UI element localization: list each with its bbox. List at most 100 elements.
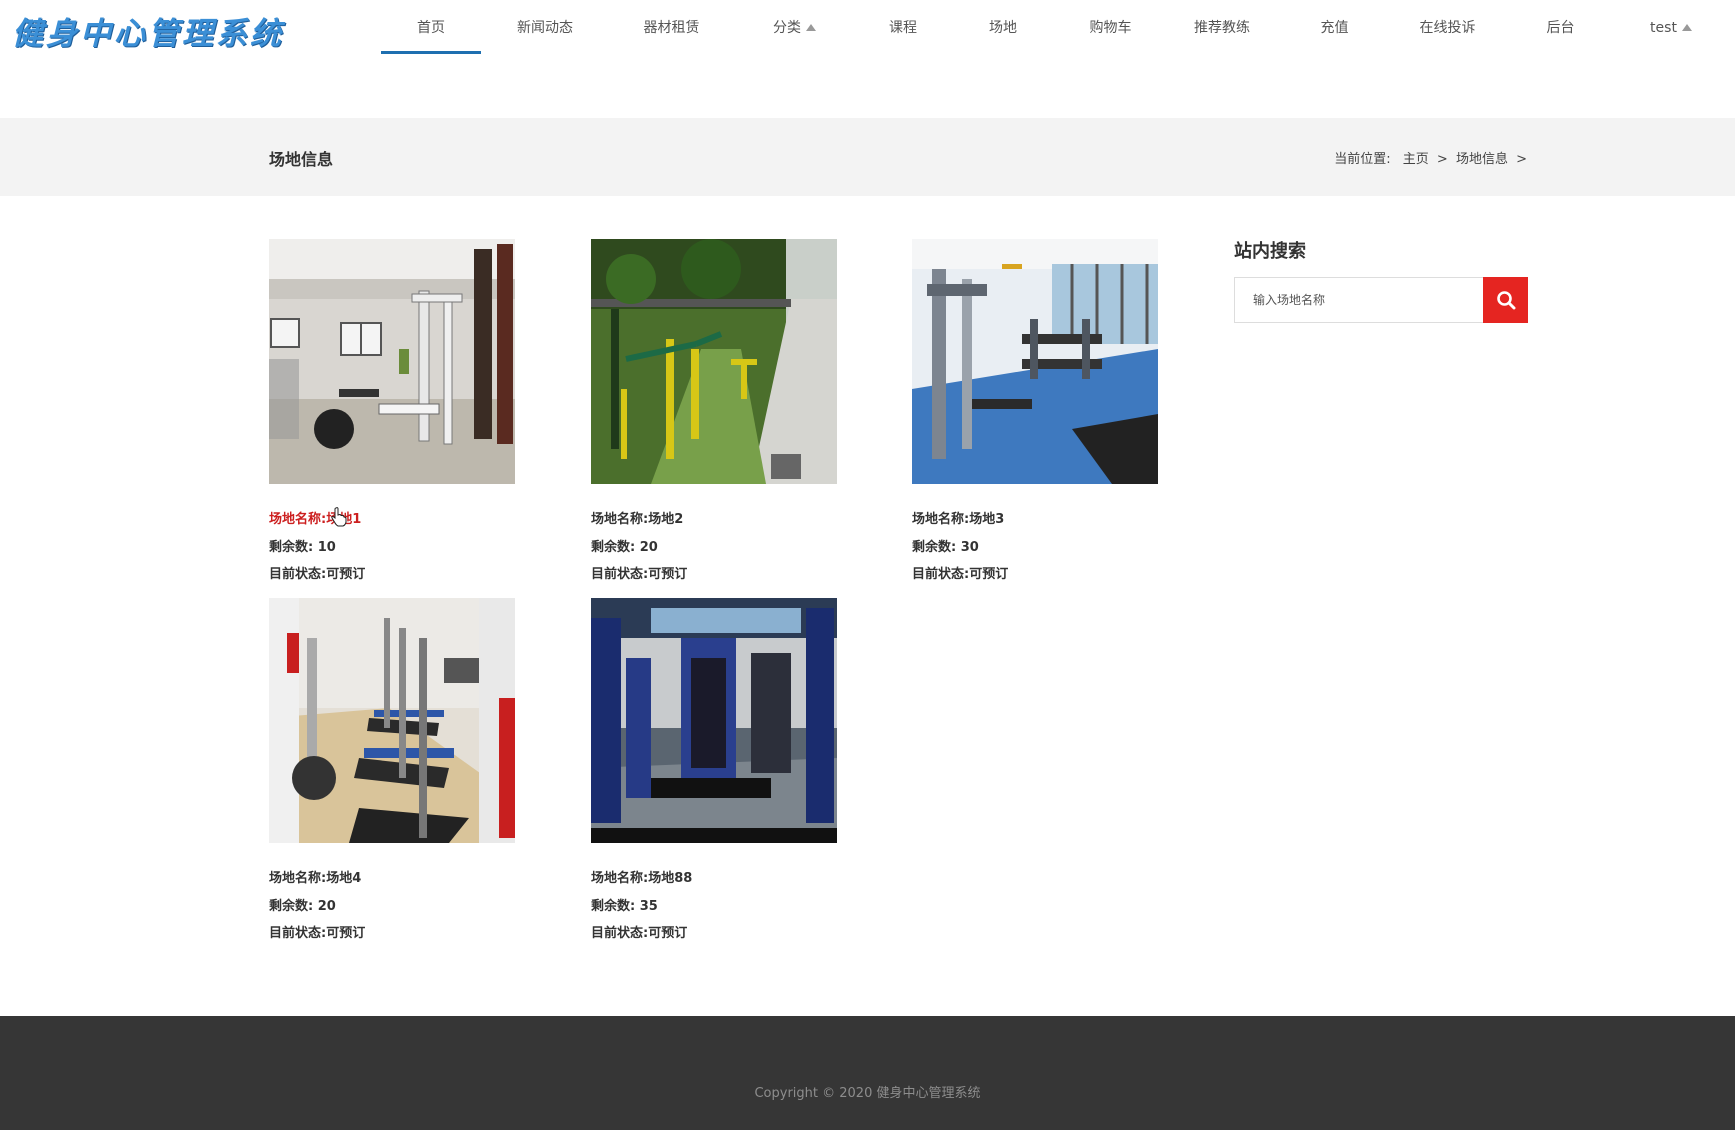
- nav-label: 在线投诉: [1419, 20, 1476, 36]
- venue-status: 目前状态:可预订: [269, 920, 515, 948]
- nav-item-recharge[interactable]: 充值: [1278, 0, 1391, 54]
- venue-remaining-label: 剩余数:: [269, 539, 314, 555]
- venue-name-link[interactable]: 场地名称:场地3: [912, 506, 1158, 534]
- venue-status-value: 可预订: [648, 926, 688, 941]
- venue-remaining: 剩余数: 30: [912, 534, 1158, 562]
- venue-status: 目前状态:可预订: [269, 561, 515, 589]
- venue-name-label: 场地名称:: [912, 512, 970, 527]
- venue-status-value: 可预订: [326, 926, 366, 941]
- venue-remaining: 剩余数: 35: [591, 893, 837, 921]
- site-logo[interactable]: 健身中心管理系统: [12, 8, 284, 53]
- nav-item-user[interactable]: test: [1617, 0, 1725, 54]
- nav-label: 课程: [889, 20, 917, 36]
- nav-label: 新闻动态: [517, 20, 573, 36]
- venue-remaining-label: 剩余数:: [591, 898, 636, 914]
- venue-name-link[interactable]: 场地名称:场地1: [269, 506, 515, 534]
- nav-label: 购物车: [1089, 20, 1132, 36]
- main-nav: 首页 新闻动态 器材租赁 分类 课程 场地 购物车 推荐教练 充值 在线投诉 后…: [381, 0, 1725, 54]
- venue-name-label: 场地名称:: [269, 512, 327, 527]
- site-footer: Copyright © 2020 健身中心管理系统: [0, 1016, 1735, 1130]
- venue-status-label: 目前状态:: [591, 926, 649, 941]
- venue-status-value: 可预订: [969, 567, 1009, 582]
- nav-item-courses[interactable]: 课程: [855, 0, 951, 54]
- venue-remaining: 剩余数: 20: [591, 534, 837, 562]
- caret-up-icon: [806, 24, 816, 31]
- venue-status-label: 目前状态:: [912, 567, 970, 582]
- search-button[interactable]: [1483, 277, 1528, 323]
- venue-card: 场地名称:场地2 剩余数: 20 目前状态:可预订: [591, 239, 837, 589]
- site-search-form: [1234, 277, 1528, 323]
- venue-info: 场地名称:场地1 剩余数: 10 目前状态:可预订: [269, 506, 515, 589]
- nav-item-venues[interactable]: 场地: [951, 0, 1055, 54]
- venue-name: 场地88: [648, 871, 693, 886]
- venue-name: 场地2: [648, 512, 684, 527]
- venue-card: 场地名称:场地4 剩余数: 20 目前状态:可预订: [269, 598, 515, 948]
- venue-info: 场地名称:场地2 剩余数: 20 目前状态:可预订: [591, 506, 837, 589]
- venue-card: 场地名称:场地3 剩余数: 30 目前状态:可预订: [912, 239, 1158, 589]
- page-title-band: 场地信息 当前位置: 主页 > 场地信息 >: [0, 118, 1735, 196]
- venue-remaining-value: 10: [317, 539, 336, 555]
- venue-name-label: 场地名称:: [591, 871, 649, 886]
- venue-info: 场地名称:场地4 剩余数: 20 目前状态:可预订: [269, 865, 515, 948]
- nav-label: 场地: [989, 20, 1017, 36]
- nav-item-news[interactable]: 新闻动态: [481, 0, 609, 54]
- venue-remaining-value: 35: [639, 898, 658, 914]
- nav-item-category[interactable]: 分类: [734, 0, 855, 54]
- venue-image-indoor-gym[interactable]: [269, 239, 515, 484]
- hand-cursor-icon: [331, 507, 347, 527]
- nav-label: 器材租赁: [643, 20, 700, 36]
- venue-remaining: 剩余数: 10: [269, 534, 515, 562]
- venue-image-outdoor-equipment[interactable]: [591, 239, 837, 484]
- venue-status: 目前状态:可预订: [591, 561, 837, 589]
- nav-label: test: [1650, 20, 1677, 36]
- breadcrumb-separator: >: [1516, 152, 1527, 167]
- venue-info: 场地名称:场地88 剩余数: 35 目前状态:可预订: [591, 865, 837, 948]
- breadcrumb-separator: >: [1436, 152, 1448, 167]
- breadcrumb-home-link[interactable]: 主页: [1403, 152, 1429, 167]
- nav-item-complaints[interactable]: 在线投诉: [1391, 0, 1504, 54]
- nav-item-cart[interactable]: 购物车: [1055, 0, 1166, 54]
- breadcrumb: 当前位置: 主页 > 场地信息 >: [1334, 148, 1527, 167]
- venue-status-label: 目前状态:: [591, 567, 649, 582]
- venue-info: 场地名称:场地3 剩余数: 30 目前状态:可预订: [912, 506, 1158, 589]
- venue-image-gym-hall[interactable]: [912, 239, 1158, 484]
- nav-item-equipment-rental[interactable]: 器材租赁: [609, 0, 734, 54]
- venue-name-link[interactable]: 场地名称:场地2: [591, 506, 837, 534]
- venue-status-value: 可预订: [326, 567, 366, 582]
- venue-name-link[interactable]: 场地名称:场地4: [269, 865, 515, 893]
- venue-name-label: 场地名称:: [591, 512, 649, 527]
- venue-remaining: 剩余数: 20: [269, 893, 515, 921]
- breadcrumb-current[interactable]: 场地信息: [1456, 152, 1508, 167]
- site-header: 健身中心管理系统 首页 新闻动态 器材租赁 分类 课程 场地 购物车 推荐教练 …: [0, 0, 1735, 56]
- venue-search-input[interactable]: [1235, 278, 1483, 322]
- nav-label: 首页: [417, 20, 445, 36]
- venue-status-label: 目前状态:: [269, 926, 327, 941]
- venue-image-strength-machines[interactable]: [591, 598, 837, 843]
- venue-card: 场地名称:场地1 剩余数: 10 目前状态:可预订: [269, 239, 515, 589]
- copyright-text: Copyright © 2020 健身中心管理系统: [754, 1086, 981, 1101]
- nav-item-admin[interactable]: 后台: [1504, 0, 1617, 54]
- nav-label: 后台: [1546, 20, 1575, 36]
- venue-remaining-label: 剩余数:: [591, 539, 636, 555]
- breadcrumb-prefix: 当前位置:: [1334, 152, 1391, 167]
- venue-status: 目前状态:可预订: [591, 920, 837, 948]
- venue-remaining-value: 20: [639, 539, 658, 555]
- venue-card: 场地名称:场地88 剩余数: 35 目前状态:可预订: [591, 598, 837, 948]
- nav-item-home[interactable]: 首页: [381, 0, 481, 54]
- venue-name: 场地3: [969, 512, 1005, 527]
- venue-remaining-label: 剩余数:: [269, 898, 314, 914]
- venue-remaining-label: 剩余数:: [912, 539, 957, 555]
- venue-status-label: 目前状态:: [269, 567, 327, 582]
- page-title: 场地信息: [269, 150, 334, 169]
- venue-remaining-value: 30: [960, 539, 979, 555]
- venue-image-treadmills[interactable]: [269, 598, 515, 843]
- venue-name-label: 场地名称:: [269, 871, 327, 886]
- site-search-title: 站内搜索: [1234, 241, 1306, 262]
- search-icon: [1496, 291, 1515, 310]
- venue-name-link[interactable]: 场地名称:场地88: [591, 865, 837, 893]
- nav-label: 推荐教练: [1194, 20, 1250, 36]
- venue-status-value: 可预订: [648, 567, 688, 582]
- caret-up-icon: [1681, 24, 1692, 31]
- nav-label: 充值: [1320, 20, 1349, 36]
- nav-item-coaches[interactable]: 推荐教练: [1166, 0, 1278, 54]
